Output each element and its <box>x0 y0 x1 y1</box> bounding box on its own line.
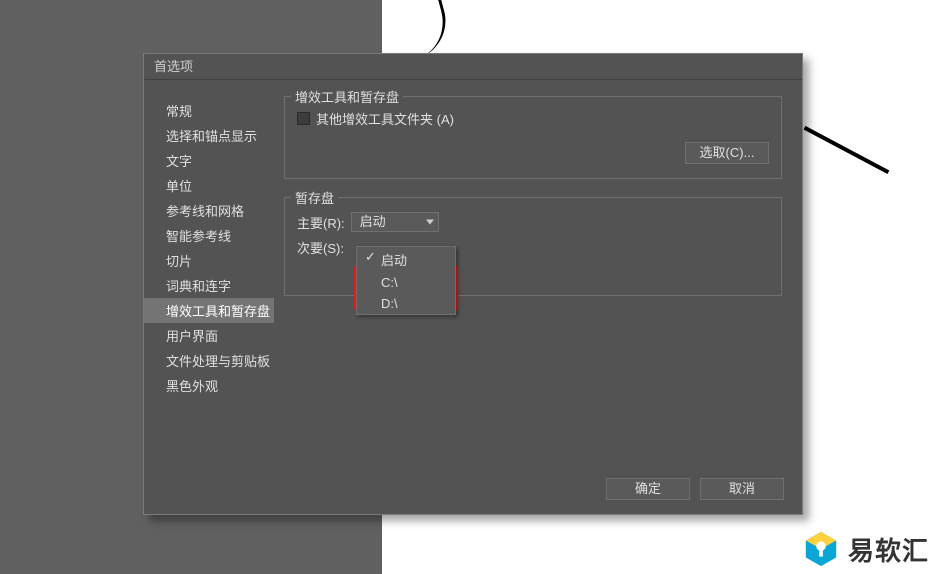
sidebar-item-guides-grid[interactable]: 参考线和网格 <box>144 198 274 223</box>
plugins-group-title: 增效工具和暂存盘 <box>291 87 403 106</box>
sidebar-item-general[interactable]: 常规 <box>144 98 274 123</box>
sidebar-item-slices[interactable]: 切片 <box>144 248 274 273</box>
cancel-button[interactable]: 取消 <box>700 478 784 500</box>
main-panel: 增效工具和暂存盘 其他增效工具文件夹 (A) 选取(C)... 暂存盘 主要(R… <box>274 80 802 514</box>
watermark-logo: 易软汇 <box>802 530 929 568</box>
ok-button[interactable]: 确定 <box>606 478 690 500</box>
sidebar-item-ui[interactable]: 用户界面 <box>144 323 274 348</box>
dialog-title: 首选项 <box>144 54 802 80</box>
sidebar-item-type[interactable]: 文字 <box>144 148 274 173</box>
sidebar-item-file-clipboard[interactable]: 文件处理与剪贴板 <box>144 348 274 373</box>
dropdown-option-label: C:\ <box>381 275 398 290</box>
sidebar-item-hyphenation[interactable]: 词典和连字 <box>144 273 274 298</box>
other-plugin-folder-checkbox[interactable] <box>297 112 310 125</box>
dropdown-option-label: D:\ <box>381 296 398 311</box>
primary-label: 主要(R): <box>297 213 345 232</box>
sidebar-item-smart-guides[interactable]: 智能参考线 <box>144 223 274 248</box>
plugins-group: 增效工具和暂存盘 其他增效工具文件夹 (A) 选取(C)... <box>284 96 782 179</box>
logo-text: 易软汇 <box>848 531 929 568</box>
category-sidebar: 常规 选择和锚点显示 文字 单位 参考线和网格 智能参考线 切片 词典和连字 增… <box>144 80 274 514</box>
primary-combo[interactable]: 启动 <box>351 212 439 232</box>
chevron-down-icon <box>426 220 434 225</box>
dropdown-option-c[interactable]: C:\ <box>357 272 455 293</box>
sidebar-item-plugins-scratch[interactable]: 增效工具和暂存盘 <box>144 298 274 323</box>
check-icon: ✓ <box>365 249 376 265</box>
primary-dropdown: ✓ 启动 C:\ D:\ <box>356 246 456 315</box>
sidebar-item-black-appearance[interactable]: 黑色外观 <box>144 373 274 398</box>
sidebar-item-units[interactable]: 单位 <box>144 173 274 198</box>
sidebar-item-selection-anchor[interactable]: 选择和锚点显示 <box>144 123 274 148</box>
choose-button[interactable]: 选取(C)... <box>685 142 769 164</box>
other-plugin-folder-label: 其他增效工具文件夹 (A) <box>316 109 454 128</box>
dropdown-option-d[interactable]: D:\ <box>357 293 455 314</box>
primary-combo-value: 启动 <box>360 214 386 229</box>
preferences-dialog: 首选项 常规 选择和锚点显示 文字 单位 参考线和网格 智能参考线 切片 词典和… <box>143 53 803 515</box>
logo-icon <box>802 530 840 568</box>
scratch-disk-group: 暂存盘 主要(R): 启动 次要(S): ✓ 启动 <box>284 197 782 296</box>
dropdown-option-startup[interactable]: ✓ 启动 <box>357 247 455 272</box>
dropdown-option-label: 启动 <box>381 253 407 268</box>
scratch-disk-group-title: 暂存盘 <box>291 188 338 207</box>
secondary-label: 次要(S): <box>297 238 344 257</box>
